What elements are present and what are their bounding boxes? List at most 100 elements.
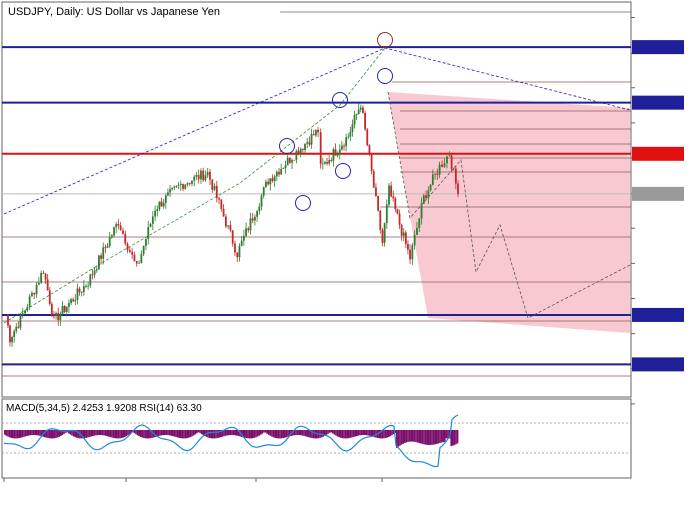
candle-body <box>35 284 38 295</box>
candle-body <box>57 312 60 320</box>
candle-body <box>364 112 367 130</box>
macd-bar <box>252 430 254 439</box>
macd-bar <box>300 430 302 436</box>
macd-bar <box>402 430 404 444</box>
candle-body <box>278 171 280 175</box>
candle-body <box>304 143 306 150</box>
candle-body <box>106 245 109 248</box>
macd-bar <box>213 430 216 439</box>
macd-bar <box>8 430 11 438</box>
macd-bar <box>138 430 140 437</box>
candle-body <box>13 331 16 338</box>
macd-bar <box>412 430 414 442</box>
candle-body <box>286 157 289 166</box>
macd-bar <box>136 430 139 436</box>
candle-body <box>171 187 174 190</box>
candle-body <box>7 314 9 326</box>
candle-body <box>26 306 29 311</box>
macd-bar <box>351 430 353 438</box>
macd-bar <box>26 430 28 436</box>
macd-bar <box>452 430 454 446</box>
macd-bar <box>103 430 105 436</box>
candle-body <box>291 160 293 163</box>
macd-bar <box>232 430 235 436</box>
candle-body <box>390 185 393 197</box>
candle-body <box>282 168 285 169</box>
macd-bar <box>55 430 57 438</box>
candle-body <box>312 134 315 136</box>
candle-body <box>44 273 47 280</box>
candle-body <box>227 225 230 227</box>
macd-bar <box>280 430 283 439</box>
candle-body <box>260 195 263 207</box>
candle-body <box>381 229 384 243</box>
candle-body <box>119 225 122 231</box>
macd-bar <box>100 430 102 436</box>
macd-bar <box>410 430 412 442</box>
macd-bar <box>125 430 128 437</box>
macd-bar <box>426 430 428 445</box>
candle-body <box>224 216 227 227</box>
candle-body <box>124 233 127 244</box>
macd-bar <box>308 430 310 438</box>
macd-bar <box>34 430 36 436</box>
macd-bar <box>349 430 352 438</box>
macd-bar <box>24 430 27 437</box>
candle-body <box>63 305 66 312</box>
candle-body <box>108 237 111 246</box>
macd-bar <box>421 430 424 444</box>
macd-bar <box>314 430 316 439</box>
candle-body <box>265 181 267 188</box>
candle-body <box>193 176 196 181</box>
candle-body <box>413 234 416 246</box>
macd-bar <box>162 430 164 436</box>
candle-body <box>122 230 124 234</box>
macd-bar <box>4 430 6 435</box>
macd-bar <box>248 430 251 439</box>
macd-bar <box>336 430 339 437</box>
candle-body <box>254 216 256 221</box>
macd-bar <box>170 430 172 436</box>
target-zone <box>388 92 630 333</box>
candle-body <box>345 137 348 147</box>
macd-bar <box>53 430 56 439</box>
macd-bar <box>191 430 193 437</box>
time-axis <box>3 478 383 482</box>
macd-bar <box>47 430 49 439</box>
macd-bar <box>365 430 368 436</box>
candle-body <box>37 282 40 285</box>
candle-body <box>65 306 68 312</box>
macd-bar <box>357 430 360 436</box>
macd-bar <box>333 430 336 435</box>
candle-body <box>74 300 77 302</box>
macd-bar <box>92 430 94 437</box>
macd-bar <box>272 430 275 438</box>
macd-bar <box>276 430 278 439</box>
candle-body <box>202 170 205 181</box>
macd-bar <box>335 430 337 436</box>
candle-body <box>89 274 92 286</box>
macd-bar <box>224 430 227 436</box>
macd-bar <box>188 430 190 438</box>
candle-body <box>454 168 457 184</box>
macd-bar <box>359 430 361 436</box>
candle-body <box>383 223 386 243</box>
macd-bar <box>306 430 308 437</box>
macd-bar <box>164 430 166 436</box>
candle-body <box>133 254 136 262</box>
candle-body <box>338 149 341 154</box>
macd-bar <box>215 430 217 439</box>
macd-bar <box>157 430 160 437</box>
candle-body <box>242 235 245 241</box>
candle-body <box>443 163 446 167</box>
macd-bar <box>39 430 41 436</box>
candle-body <box>299 148 302 155</box>
macd-bar <box>330 430 332 433</box>
candle-body <box>61 305 64 314</box>
macd-bar <box>143 430 145 439</box>
macd-bar <box>256 430 259 437</box>
price-tag-level_131 <box>632 307 684 322</box>
usdjpy-chart: USDJPY, Daily: US Dollar vs Japanese Yen… <box>1 1 684 482</box>
macd-bar <box>332 430 334 434</box>
candle-body <box>128 249 131 252</box>
